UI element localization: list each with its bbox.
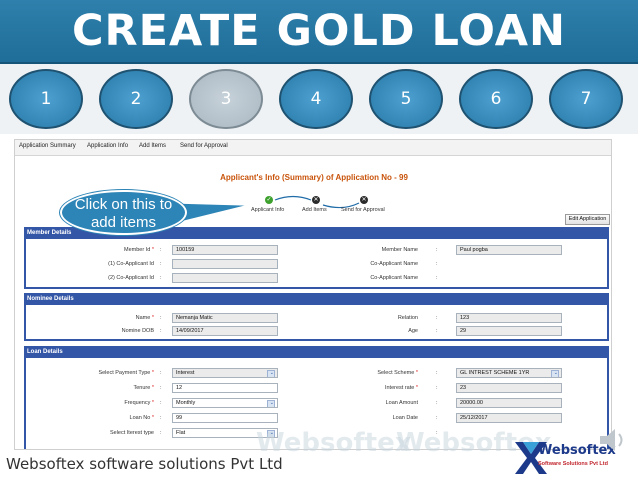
- add-items-callout: Click on this to add items: [60, 190, 187, 235]
- application-heading: Applicant's Info (Summary) of Applicatio…: [220, 173, 408, 182]
- footer-company-name: Websoftex software solutions Pvt Ltd: [6, 455, 283, 473]
- frequency-select[interactable]: Monthly ⌄: [172, 398, 278, 408]
- member-id-label: Member Id *: [124, 247, 154, 253]
- check-icon: ✓: [265, 196, 273, 204]
- nominee-name-field[interactable]: Nemanja Matic: [172, 313, 278, 323]
- scheme-label: Select Scheme *: [377, 370, 418, 376]
- age-label: Age: [408, 328, 418, 334]
- nominee-dob-label: Nomine DOB: [121, 328, 154, 334]
- step-4-button[interactable]: 4: [279, 69, 353, 129]
- nav-application-info[interactable]: Application Info: [87, 143, 128, 149]
- nominee-name-label: Name *: [135, 315, 154, 321]
- title-banner: CREATE GOLD LOAN: [0, 0, 638, 64]
- relation-label: Relation: [397, 315, 418, 321]
- nominee-details-header: Nominee Details: [24, 293, 609, 305]
- watermark-text: Websoftex: [256, 428, 412, 458]
- step-1-button[interactable]: 1: [9, 69, 83, 129]
- co-applicant-1-field[interactable]: [172, 259, 278, 269]
- step-3-button[interactable]: 3: [189, 69, 263, 129]
- tenure-input[interactable]: 12: [172, 383, 278, 393]
- loan-amount-field[interactable]: 20000.00: [456, 398, 562, 408]
- member-id-field[interactable]: 100159: [172, 245, 278, 255]
- step-6-button[interactable]: 6: [459, 69, 533, 129]
- co-applicant-name-label: Co-Applicant Name: [370, 275, 418, 281]
- payment-type-select[interactable]: Interest ⌄: [172, 368, 278, 378]
- nav-send-for-approval[interactable]: Send for Approval: [180, 143, 228, 149]
- edit-application-button[interactable]: Edit Application: [565, 214, 610, 225]
- scheme-select[interactable]: GL INTREST SCHEME 1YR ⌄: [456, 368, 562, 378]
- co-applicant-2-label: (2) Co-Applicant Id: [108, 275, 154, 281]
- step-2-button[interactable]: 2: [99, 69, 173, 129]
- loan-amount-label: Loan Amount: [385, 400, 418, 406]
- nav-application-summary[interactable]: Application Summary: [19, 143, 76, 149]
- chevron-down-icon: ⌄: [269, 370, 274, 376]
- loan-no-input[interactable]: 99: [172, 413, 278, 423]
- interest-rate-field[interactable]: 23: [456, 383, 562, 393]
- loan-details-header: Loan Details: [24, 346, 609, 358]
- age-field[interactable]: 29: [456, 326, 562, 336]
- wizard-label-send-for-approval[interactable]: Send for Approval: [341, 207, 385, 213]
- page-title: CREATE GOLD LOAN: [71, 6, 567, 56]
- speaker-icon[interactable]: [596, 425, 630, 455]
- loan-no-label: Loan No *: [129, 415, 154, 421]
- co-applicant-name-label: Co-Applicant Name: [370, 261, 418, 267]
- nominee-details-section: Name * : Nemanja Matic Nomine DOB : 14/0…: [24, 305, 609, 341]
- chevron-down-icon: ⌄: [269, 400, 274, 406]
- wizard-label-applicant-info[interactable]: Applicant Info: [251, 207, 284, 213]
- relation-field[interactable]: 123: [456, 313, 562, 323]
- interest-rate-label: Interest rate *: [384, 385, 418, 391]
- co-applicant-2-field[interactable]: [172, 273, 278, 283]
- member-name-field[interactable]: Paul pogba: [456, 245, 562, 255]
- loan-date-label: Loan Date: [392, 415, 418, 421]
- step-bar: 1 2 3 4 5 6 7: [0, 64, 638, 134]
- frequency-label: Frequency *: [124, 400, 154, 406]
- logo-subtitle: Software Solutions Pvt Ltd: [538, 461, 608, 467]
- member-name-label: Member Name: [381, 247, 418, 253]
- wizard-label-add-items[interactable]: Add Items: [302, 207, 327, 213]
- interest-type-label: Select Iterest type: [109, 430, 154, 436]
- member-details-section: Member Id * : 100159 (1) Co-Applicant Id…: [24, 239, 609, 289]
- payment-type-label: Select Payment Type *: [98, 370, 154, 376]
- chevron-down-icon: ⌄: [269, 430, 274, 436]
- loan-date-field[interactable]: 25/12/2017: [456, 413, 562, 423]
- application-screenshot: Application Summary Application Info Add…: [14, 139, 612, 450]
- co-applicant-1-label: (1) Co-Applicant Id: [108, 261, 154, 267]
- step-5-button[interactable]: 5: [369, 69, 443, 129]
- chevron-down-icon: ⌄: [553, 370, 558, 376]
- nominee-dob-field[interactable]: 14/09/2017: [172, 326, 278, 336]
- nav-add-items[interactable]: Add Items: [139, 143, 166, 149]
- tenure-label: Tenure *: [133, 385, 155, 391]
- app-nav: Application Summary Application Info Add…: [15, 140, 611, 156]
- step-7-button[interactable]: 7: [549, 69, 623, 129]
